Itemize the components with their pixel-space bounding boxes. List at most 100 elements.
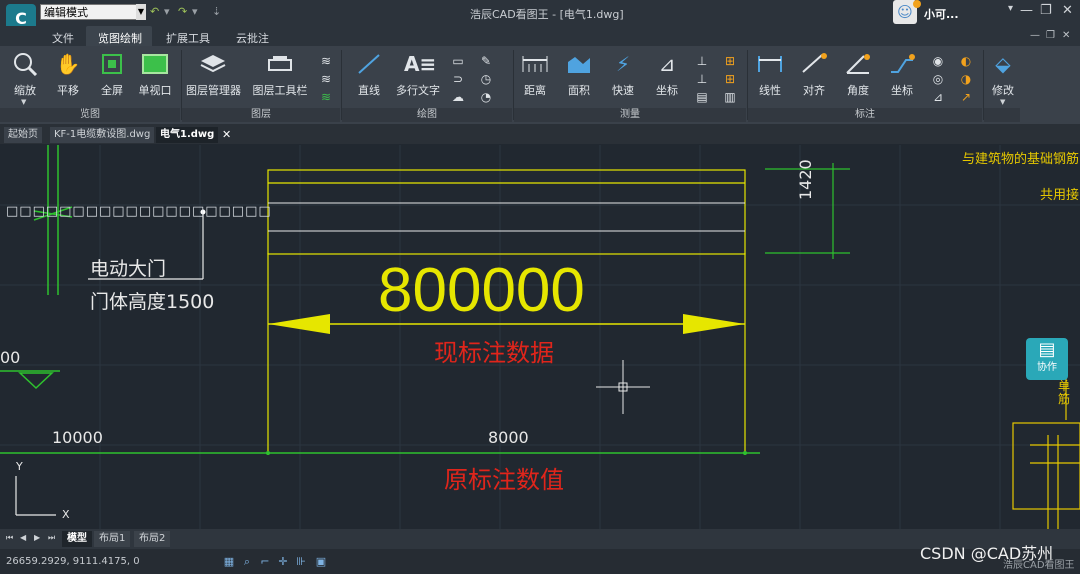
area-label: 面积	[568, 84, 590, 97]
big-dimension-text[interactable]: 800000	[378, 251, 585, 331]
tab-dianqi1-dwg[interactable]: 电气1.dwg	[156, 127, 219, 143]
distance-label: 距离	[524, 84, 546, 97]
polyline-icon[interactable]: ⊃	[450, 72, 466, 86]
redo-dropdown-icon[interactable]: ▾	[192, 5, 198, 18]
dim-radius-icon[interactable]: ◉	[930, 54, 946, 68]
osnap-toggle-icon[interactable]: ✛	[276, 555, 290, 569]
layer-manager-button[interactable]: 图层管理器	[186, 52, 241, 98]
layout-tab-2[interactable]: 布局2	[134, 531, 171, 547]
coord-icon: ⊿	[658, 52, 676, 76]
measure-sum-icon[interactable]: ⊞	[722, 72, 738, 86]
minimize-icon[interactable]: —	[1020, 3, 1033, 18]
modify-label: 修改	[992, 84, 1014, 97]
mtext-icon: A≡	[404, 52, 437, 76]
dimension-10000[interactable]: 10000	[52, 428, 103, 447]
fullscreen-icon	[98, 52, 126, 76]
restore-icon[interactable]: ❐	[1040, 3, 1052, 18]
mode-select[interactable]: 编辑模式	[40, 4, 144, 20]
group-label-modify	[984, 108, 1020, 122]
redo-icon[interactable]: ↷	[178, 5, 187, 18]
dim-leader-icon[interactable]: ↗	[958, 90, 974, 104]
mode-dropdown-icon[interactable]: ▼	[136, 4, 146, 20]
quick-measure-button[interactable]: ⚡ 快速	[598, 52, 648, 98]
status-bar	[0, 549, 1080, 574]
dim-arc-icon[interactable]: ◐	[958, 54, 974, 68]
modify-dropdown-icon[interactable]: ▼	[1000, 98, 1005, 106]
ellipse-icon[interactable]: ◔	[478, 90, 494, 104]
single-viewport-button[interactable]: 单视口	[130, 52, 180, 98]
first-layout-icon[interactable]: ⏮	[6, 533, 13, 543]
ortho-toggle-icon[interactable]: ⌐	[258, 555, 272, 569]
close-icon[interactable]: ✕	[1062, 3, 1073, 18]
coord-dim-icon	[888, 52, 916, 76]
sketch-icon[interactable]: ✎	[478, 54, 494, 68]
coord-measure-button[interactable]: ⊿ 坐标	[642, 52, 692, 98]
dim-continue-icon[interactable]: ◑	[958, 72, 974, 86]
snap-toggle-icon[interactable]: ⌕	[240, 555, 254, 569]
pan-button[interactable]: ✋ 平移	[43, 52, 93, 98]
footer-brand: 浩辰CAD看图王	[1003, 560, 1075, 571]
mdi-minimize-icon[interactable]: —	[1030, 30, 1040, 41]
mdi-close-icon[interactable]: ✕	[1062, 30, 1070, 41]
layer-manager-label: 图层管理器	[186, 84, 241, 97]
area-button[interactable]: 面积	[554, 52, 604, 98]
menu-view-draw[interactable]: 览图绘制	[98, 30, 142, 46]
measure-table-icon[interactable]: ▤	[694, 90, 710, 104]
measure-text-icon[interactable]: ⊞	[722, 54, 738, 68]
circle-icon[interactable]: ◷	[478, 72, 494, 86]
dimension-1420[interactable]: 1420	[796, 159, 815, 200]
collaboration-label: 协作	[1037, 362, 1057, 373]
rectangle-icon[interactable]: ▭	[450, 54, 466, 68]
measure-angle-icon[interactable]: ⊥	[694, 72, 710, 86]
measure-arc-icon[interactable]: ⊥	[694, 54, 710, 68]
angle-dim-button[interactable]: 角度	[833, 52, 883, 98]
linear-dim-button[interactable]: 线性	[745, 52, 795, 98]
linear-dim-icon	[756, 52, 784, 76]
collaboration-button[interactable]: ▤ 协作	[1026, 338, 1068, 380]
layer-toolbar-button[interactable]: 图层工具栏	[252, 52, 308, 98]
menu-extend-tools[interactable]: 扩展工具	[166, 30, 210, 46]
group-label-measure: 测量	[514, 108, 746, 122]
gate-height-label: 门体高度1500	[90, 291, 215, 313]
dim-ordinate-icon[interactable]: ⊿	[930, 90, 946, 104]
layout-tab-1[interactable]: 布局1	[94, 531, 131, 547]
polar-toggle-icon[interactable]: ⊪	[294, 555, 308, 569]
layer-on-icon[interactable]: ≋	[318, 90, 334, 104]
menu-file[interactable]: 文件	[52, 30, 74, 46]
grid-toggle-icon[interactable]: ▦	[222, 555, 236, 569]
last-layout-icon[interactable]: ⏭	[48, 533, 55, 543]
tab-kf1-dwg[interactable]: KF-1电缆敷设图.dwg	[50, 127, 155, 143]
tab-start-page[interactable]: 起始页	[4, 127, 42, 143]
distance-button[interactable]: 距离	[510, 52, 560, 98]
customize-icon[interactable]: ⇣	[212, 5, 221, 18]
prev-layout-icon[interactable]: ◀	[20, 533, 26, 542]
tab-close-icon[interactable]: ✕	[222, 128, 231, 141]
next-layout-icon[interactable]: ▶	[34, 533, 40, 542]
coord-dim-button[interactable]: 坐标	[877, 52, 927, 98]
settings-dropdown-icon[interactable]: ▾	[1008, 3, 1013, 14]
measure-list-icon[interactable]: ▥	[722, 90, 738, 104]
undo-icon[interactable]: ↶	[150, 5, 159, 18]
layout-tab-model[interactable]: 模型	[62, 531, 92, 547]
ruler-icon	[521, 52, 549, 76]
dimension-8000[interactable]: 8000	[488, 428, 529, 447]
menu-cloud-comment[interactable]: 云批注	[236, 30, 269, 46]
user-name[interactable]: 小可...	[924, 6, 959, 22]
dim-diameter-icon[interactable]: ◎	[930, 72, 946, 86]
undo-dropdown-icon[interactable]: ▾	[164, 5, 170, 18]
aligned-dim-label: 对齐	[803, 84, 825, 97]
ucs-x-label: X	[62, 508, 70, 521]
zoom-dropdown-icon[interactable]: ▼	[21, 98, 26, 106]
mtext-button[interactable]: A≡ 多行文字	[390, 52, 446, 98]
layer-off-icon[interactable]: ≋	[318, 72, 334, 86]
group-label-view: 览图	[0, 108, 180, 122]
pan-label: 平移	[57, 84, 79, 97]
line-button[interactable]: 直线	[344, 52, 394, 98]
lineweight-toggle-icon[interactable]: ▣	[314, 555, 328, 569]
cursor-coordinates: 26659.2929, 9111.4175, 0	[6, 556, 140, 567]
layer-iso-icon[interactable]: ≋	[318, 54, 334, 68]
mdi-restore-icon[interactable]: ❐	[1046, 30, 1055, 41]
aligned-dim-button[interactable]: 对齐	[789, 52, 839, 98]
modify-button[interactable]: ⬙ 修改	[978, 52, 1028, 98]
cloud-icon[interactable]: ☁	[450, 90, 466, 104]
